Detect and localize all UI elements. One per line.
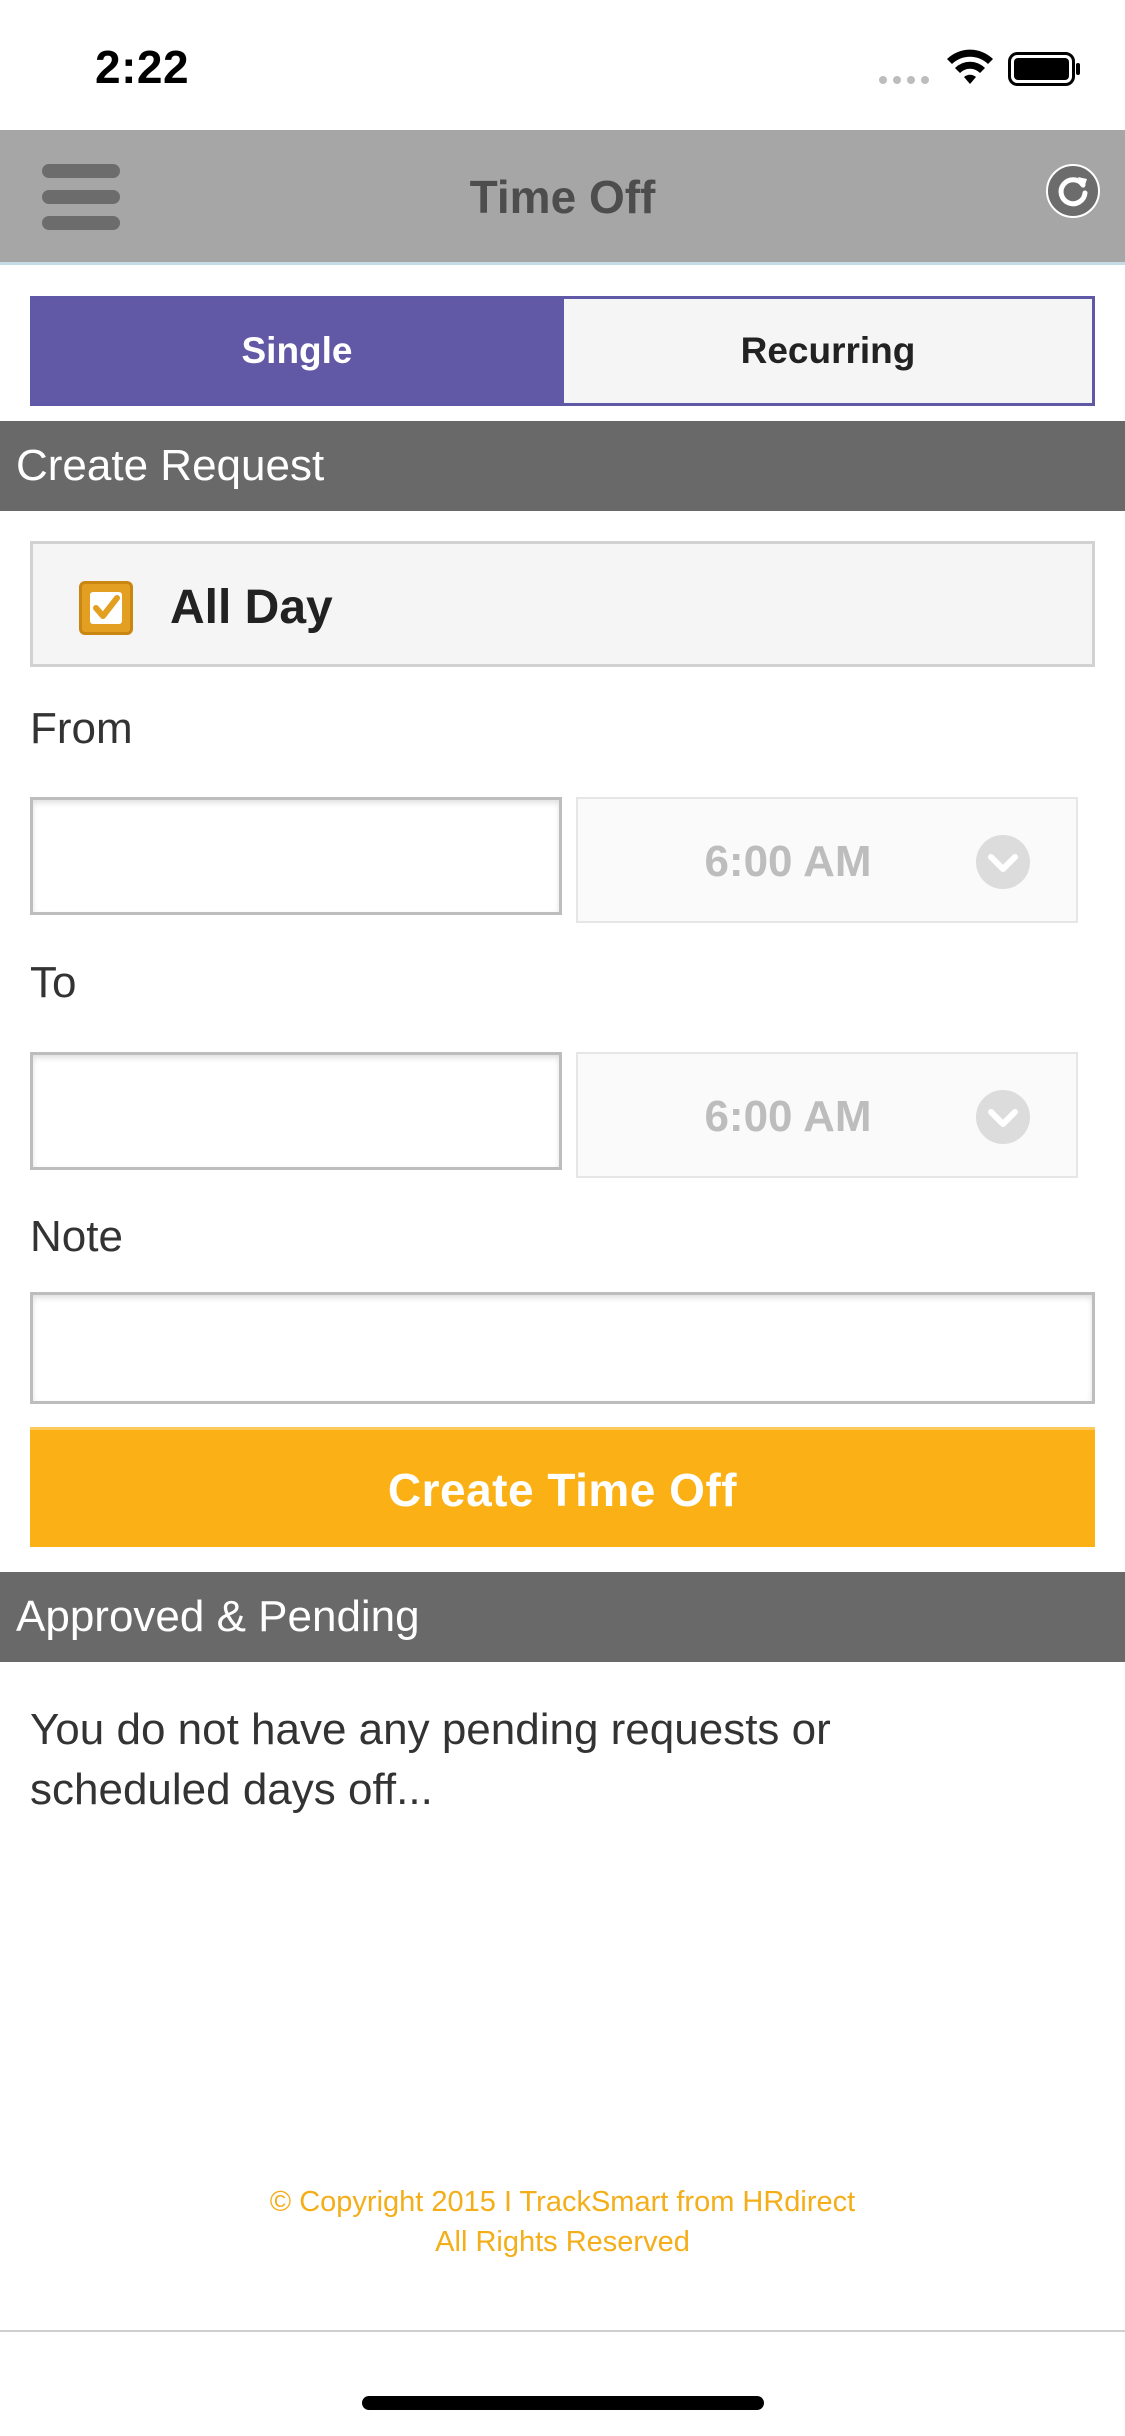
footer-copyright: © Copyright 2015 I TrackSmart from HRdir… [269,2186,856,2218]
segment-single-button[interactable]: Single [33,299,561,403]
page-title: Time Off [469,171,656,223]
chevron-down-icon [976,835,1030,889]
create-request-header: Create Request [0,421,1125,511]
time-off-screen: 2:22 Time Off Single Recurring Create Re… [0,0,1125,2436]
cellular-signal-icon [879,76,929,84]
to-date-input[interactable] [30,1052,562,1170]
from-label: From [30,704,133,753]
note-label: Note [30,1212,123,1261]
checkmark-icon [90,592,122,624]
chevron-down-icon [976,1090,1030,1144]
create-time-off-button[interactable]: Create Time Off [30,1427,1095,1547]
all-day-checkbox[interactable] [79,581,133,635]
footer-divider [0,2330,1125,2332]
from-time-select[interactable]: 6:00 AM [576,797,1078,923]
nav-bar: Time Off [0,130,1125,265]
empty-requests-message: You do not have any pending requests or … [30,1705,831,1814]
to-label: To [30,958,77,1007]
all-day-toggle[interactable]: All Day [30,541,1095,667]
to-time-select[interactable]: 6:00 AM [576,1052,1078,1178]
footer-rights: All Rights Reserved [435,2226,690,2258]
request-type-segment: Single Recurring [30,296,1095,406]
status-bar: 2:22 [0,0,1125,130]
wifi-icon [947,49,993,84]
approved-pending-header: Approved & Pending [0,1572,1125,1662]
note-input[interactable] [30,1292,1095,1404]
segment-recurring-button[interactable]: Recurring [561,299,1092,403]
from-time-value: 6:00 AM [704,837,872,886]
home-indicator[interactable] [362,2396,764,2410]
status-time: 2:22 [95,41,190,93]
all-day-label: All Day [170,581,333,634]
footer: © Copyright 2015 I TrackSmart from HRdir… [0,2182,1125,2262]
from-date-input[interactable] [30,797,562,915]
battery-icon [1008,52,1080,86]
to-time-value: 6:00 AM [704,1092,872,1141]
refresh-icon[interactable] [1045,163,1101,219]
